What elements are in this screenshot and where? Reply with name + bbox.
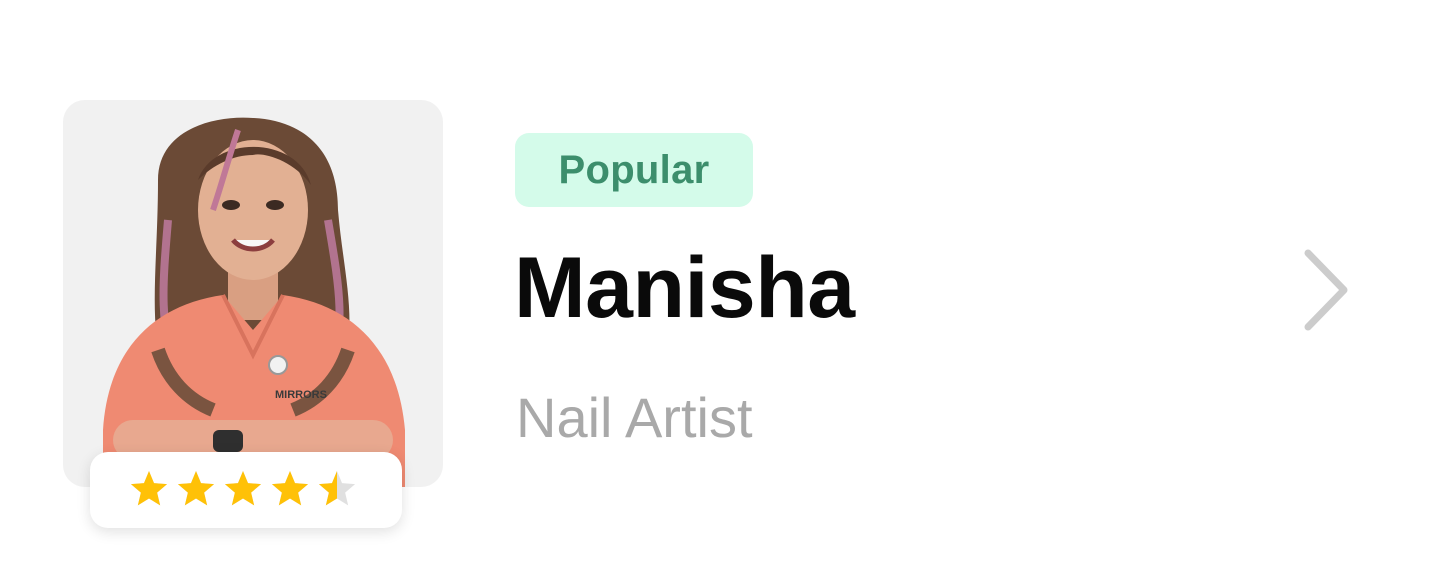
artist-photo-container: MIRRORS (63, 100, 443, 487)
rating-box (90, 452, 402, 528)
artist-card[interactable]: MIRRORS Popular Manisha Nail Artist (0, 0, 1440, 577)
artist-role: Nail Artist (516, 386, 753, 449)
star-icon (271, 471, 309, 506)
chevron-right-icon[interactable] (1298, 245, 1356, 335)
svg-text:MIRRORS: MIRRORS (275, 389, 327, 401)
popular-badge-label: Popular (558, 147, 710, 192)
star-icon (318, 471, 356, 506)
popular-badge: Popular (515, 133, 753, 207)
star-icon (130, 471, 168, 506)
star-icon (224, 471, 262, 506)
star-rating (130, 471, 356, 506)
star-icon (177, 471, 215, 506)
artist-photo: MIRRORS (103, 117, 405, 487)
artist-name: Manisha (514, 240, 855, 336)
